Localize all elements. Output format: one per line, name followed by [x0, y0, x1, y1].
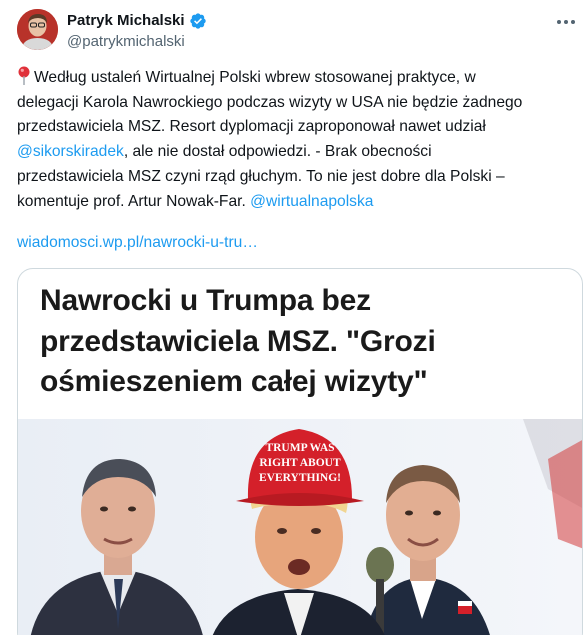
tweet-text-line: @sikorskiradek, ale nie dostał odpowiedz… — [17, 140, 583, 165]
pushpin-icon — [17, 66, 31, 85]
tweet-text-segment: delegacji Karola Nawrockiego podczas wiz… — [17, 93, 523, 111]
tweet-text-segment: Według ustaleń Wirtualnej Polski wbrew s… — [34, 69, 476, 86]
article-link[interactable]: wiadomosci.wp.pl/nawrocki-u-tru… — [17, 231, 258, 255]
tweet-text-line: delegacji Karola Nawrockiego podczas wiz… — [17, 91, 583, 116]
more-options-icon[interactable] — [554, 12, 578, 32]
tweet-text-line: przedstawiciela MSZ czyni rząd głuchym. … — [17, 165, 583, 190]
hat-text-2: RIGHT ABOUT — [259, 457, 341, 469]
tweet[interactable]: Patryk Michalski @patrykmichalski Według… — [0, 0, 588, 635]
hat-text-1: TRUMP WAS — [265, 442, 334, 454]
card-headline-line: Nawrocki u Trumpa bez — [40, 284, 371, 317]
mention-link[interactable]: @sikorskiradek — [17, 143, 124, 160]
mention-link[interactable]: @wirtualnapolska — [250, 193, 373, 210]
author-name-row[interactable]: Patryk Michalski — [67, 11, 207, 31]
author-handle[interactable]: @patrykmichalski — [67, 32, 185, 52]
hat-text-3: EVERYTHING! — [259, 472, 341, 484]
tweet-text-line: komentuje prof. Artur Nowak-Far. @wirtua… — [17, 190, 583, 215]
card-headline: Nawrocki u Trumpa bez przedstawiciela MSZ… — [40, 281, 570, 403]
verified-badge-icon — [189, 12, 207, 30]
card-image: TRUMP WAS RIGHT ABOUT EVERYTHING! — [18, 419, 582, 635]
tweet-text-line: Według ustaleń Wirtualnej Polski wbrew s… — [17, 66, 583, 91]
card-headline-line: przedstawiciela MSZ. "Grozi — [40, 324, 436, 358]
tweet-text-segment: przedstawiciela MSZ czyni rząd głuchym. … — [17, 167, 505, 185]
link-preview-card[interactable]: Nawrocki u Trumpa bez przedstawiciela MSZ… — [17, 268, 583, 635]
author-display-name[interactable]: Patryk Michalski — [67, 11, 185, 31]
tweet-text-segment: komentuje prof. Artur Nowak-Far. — [17, 192, 251, 210]
tweet-text-line: przedstawiciela MSZ. Resort dyplomacji z… — [17, 115, 583, 140]
avatar[interactable] — [17, 9, 58, 50]
card-headline-line: ośmieszeniem całej wizyty" — [40, 365, 428, 398]
tweet-text: Według ustaleń Wirtualnej Polski wbrew s… — [17, 66, 583, 214]
tweet-text-segment: , ale nie dostał odpowiedzi. - Brak obec… — [123, 143, 432, 161]
tweet-text-segment: przedstawiciela MSZ. Resort dyplomacji z… — [17, 118, 486, 136]
